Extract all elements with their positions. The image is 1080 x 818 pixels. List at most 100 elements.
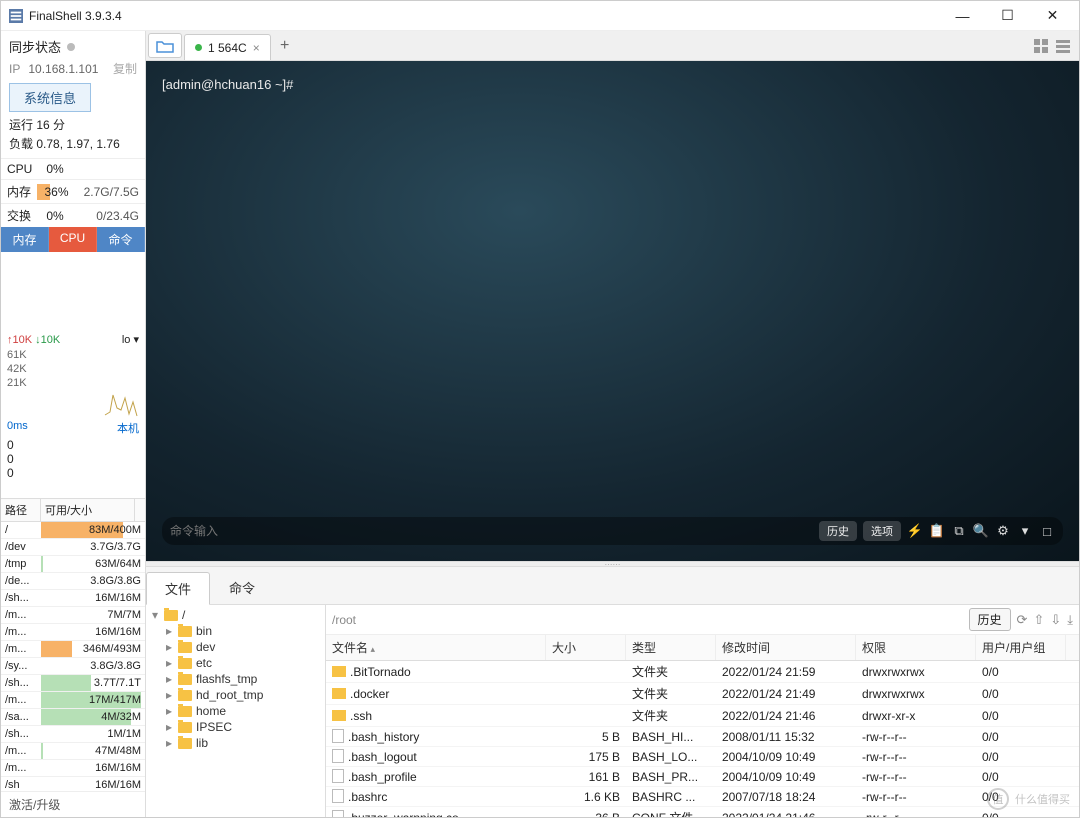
disk-row[interactable]: /m... 16M/16M [1,760,145,777]
file-icon [332,810,344,817]
system-info-button[interactable]: 系统信息 [9,83,91,112]
search-icon[interactable]: 🔍 [973,523,989,539]
disk-row[interactable]: /m... 16M/16M [1,624,145,641]
bottom-panel: 文件 命令 ▾ / ▸bin ▸dev ▸etc ▸flashfs_tmp ▸h… [146,567,1079,817]
col-type[interactable]: 类型 [626,635,716,660]
tree-node[interactable]: ▸lib [146,735,325,751]
disk-row[interactable]: /sh... 1M/1M [1,726,145,743]
close-tab-button[interactable]: × [253,41,260,55]
disk-row[interactable]: /m... 7M/7M [1,607,145,624]
copy-icon[interactable]: ⧉ [951,523,967,539]
tree-node[interactable]: ▸IPSEC [146,719,325,735]
disk-header-path[interactable]: 路径 [1,499,41,521]
file-row[interactable]: .bash_profile 161 B BASH_PR... 2004/10/0… [326,767,1079,787]
file-row[interactable]: .BitTornado 文件夹 2022/01/24 21:59 drwxrwx… [326,661,1079,683]
folder-icon [178,738,192,749]
copy-button[interactable]: 复制 [113,60,137,77]
col-owner[interactable]: 用户/用户组 [976,635,1066,660]
file-row[interactable]: .bash_history 5 B BASH_HI... 2008/01/11 … [326,727,1079,747]
net-interface-select[interactable]: lo ▾ [122,333,139,346]
chevron-down-icon[interactable]: ▾ [1017,523,1033,539]
disk-row[interactable]: /dev 3.7G/3.7G [1,539,145,556]
tree-node[interactable]: ▸flashfs_tmp [146,671,325,687]
disk-row[interactable]: /sh... 3.7T/7.1T [1,675,145,692]
history-button[interactable]: 历史 [819,521,857,541]
command-input[interactable] [170,524,813,538]
disk-header-size[interactable]: 可用/大小 [41,499,135,521]
file-row[interactable]: .bashrc 1.6 KB BASHRC ... 2007/07/18 18:… [326,787,1079,807]
disk-row[interactable]: /sy... 3.8G/3.8G [1,658,145,675]
file-icon [332,769,344,783]
tree-node[interactable]: ▸home [146,703,325,719]
sync-dot-icon [67,43,75,51]
disk-table: / 83M/400M /dev 3.7G/3.7G /tmp 63M/64M /… [1,522,145,791]
local-link[interactable]: 本机 [117,420,139,436]
swap-pct: 0% [37,209,73,223]
maximize-button[interactable]: ☐ [985,1,1030,30]
bolt-icon[interactable]: ⚡ [907,523,923,539]
tree-node[interactable]: ▸etc [146,655,325,671]
list-view-icon[interactable] [1055,38,1071,54]
tree-node[interactable]: ▸dev [146,639,325,655]
tree-node-root[interactable]: ▾ / [146,607,325,623]
session-tab[interactable]: 1 564C × [184,34,271,60]
swap-stat-row: 交换 0% 0/23.4G [1,203,145,227]
col-perm[interactable]: 权限 [856,635,976,660]
net-chart-ticks: 61K42K21K [1,348,145,390]
main-area: 1 564C × + [admin@hchuan16 ~]# 历史 选项 ⚡ 📋 [146,31,1079,817]
tree-root-label: / [182,608,185,622]
file-row[interactable]: .bash_logout 175 B BASH_LO... 2004/10/09… [326,747,1079,767]
activate-link[interactable]: 激活/升级 [1,791,145,817]
grid-view-icon[interactable] [1033,38,1049,54]
terminal[interactable]: [admin@hchuan16 ~]# 历史 选项 ⚡ 📋 ⧉ 🔍 ⚙ ▾ □ [146,61,1079,561]
file-row[interactable]: .docker 文件夹 2022/01/24 21:49 drwxrwxrwx … [326,683,1079,705]
load-label: 负载 0.78, 1.97, 1.76 [9,133,137,152]
disk-row[interactable]: /de... 3.8G/3.8G [1,573,145,590]
mode-tab-cpu[interactable]: CPU [49,227,97,252]
disk-row[interactable]: /m... 346M/493M [1,641,145,658]
col-mtime[interactable]: 修改时间 [716,635,856,660]
tree-node[interactable]: ▸hd_root_tmp [146,687,325,703]
refresh-icon[interactable]: ⟳ [1017,612,1028,628]
folder-icon [178,658,192,669]
col-size[interactable]: 大小 [546,635,626,660]
options-button[interactable]: 选项 [863,521,901,541]
disk-row[interactable]: /tmp 63M/64M [1,556,145,573]
memory-label: 内存 [7,183,37,200]
cpu-label: CPU [7,162,37,176]
upload-icon[interactable]: ⇧ [1033,612,1044,628]
disk-row[interactable]: /m... 47M/48M [1,743,145,760]
disk-row[interactable]: / 83M/400M [1,522,145,539]
mode-tab-memory[interactable]: 内存 [1,227,49,252]
net-up-value: 10K [13,334,33,346]
tab-file[interactable]: 文件 [146,572,210,605]
cpu-chart [1,252,145,331]
session-tabbar: 1 564C × + [146,31,1079,61]
file-row[interactable]: .buzzer_warnning.co... 36 B CONF 文件 2022… [326,807,1079,817]
file-row[interactable]: .ssh 文件夹 2022/01/24 21:46 drwxr-xr-x 0/0 [326,705,1079,727]
bottom-tabs: 文件 命令 [146,567,1079,605]
path-input[interactable] [332,613,963,627]
disk-row[interactable]: /sh... 16M/16M [1,590,145,607]
path-history-button[interactable]: 历史 [969,608,1011,631]
file-pane: 历史 ⟳ ⇧ ⇩ ⤓ 文件名 大小 类型 修改 [326,605,1079,817]
mode-tab-command[interactable]: 命令 [97,227,145,252]
fullscreen-icon[interactable]: □ [1039,523,1055,539]
memory-detail: 2.7G/7.5G [84,185,139,199]
disk-row[interactable]: /sa... 4M/32M [1,709,145,726]
file-icon [332,729,344,743]
open-session-button[interactable] [148,33,182,58]
disk-row[interactable]: /sh 16M/16M [1,777,145,791]
download-icon[interactable]: ⇩ [1050,612,1061,628]
col-name[interactable]: 文件名 [326,635,546,660]
minimize-button[interactable]: — [940,1,985,30]
memory-pct: 36% [44,185,68,199]
tree-node[interactable]: ▸bin [146,623,325,639]
download-all-icon[interactable]: ⤓ [1067,612,1073,628]
add-tab-button[interactable]: + [271,31,299,60]
gear-icon[interactable]: ⚙ [995,523,1011,539]
disk-row[interactable]: /m... 17M/417M [1,692,145,709]
clipboard-icon[interactable]: 📋 [929,523,945,539]
tab-command[interactable]: 命令 [210,571,274,604]
close-button[interactable]: ✕ [1030,1,1075,30]
